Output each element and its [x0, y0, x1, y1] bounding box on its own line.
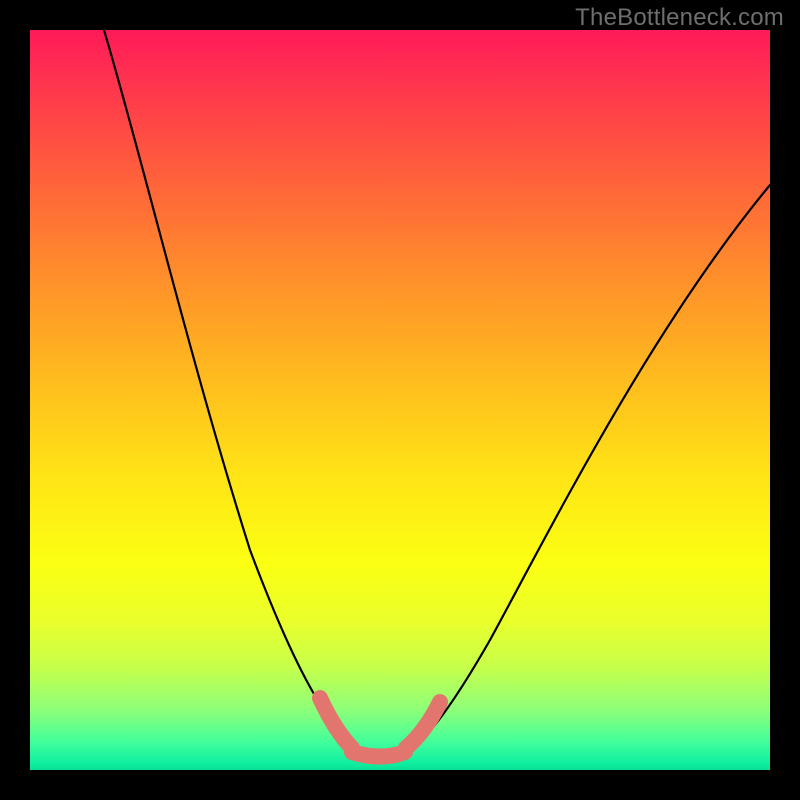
chart-svg [30, 30, 770, 770]
watermark-text: TheBottleneck.com [575, 4, 784, 32]
plot-area [30, 30, 770, 770]
bottleneck-curve-line [104, 30, 770, 755]
chart-frame: TheBottleneck.com [0, 0, 800, 800]
valley-marker-left [320, 698, 352, 748]
valley-marker-right [406, 702, 440, 748]
valley-marker-bottom [352, 752, 405, 757]
